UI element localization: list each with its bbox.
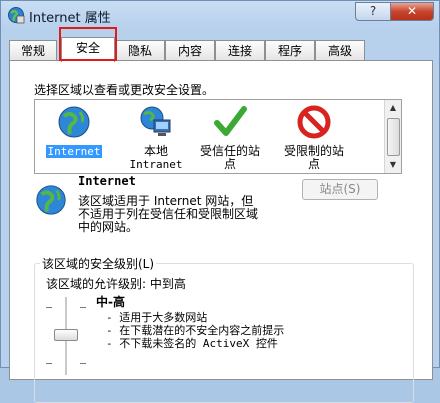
tab-advanced[interactable]: 高级 bbox=[315, 40, 365, 61]
zone-local-intranet[interactable]: 本地 Intranet bbox=[121, 104, 191, 171]
zone-internet[interactable]: Internet bbox=[39, 104, 109, 158]
security-level-bullets: - 适用于大多数网站 - 在下载潜在的不安全内容之前提示 - 不下载未签名的 A… bbox=[106, 311, 284, 350]
level-bullet: - 适用于大多数网站 bbox=[106, 311, 208, 324]
zone-intranet-label-2: Intranet bbox=[129, 158, 183, 171]
allowed-levels-text: 该区域的允许级别: 中到高 bbox=[46, 277, 186, 291]
zone-list: Internet 本地 Intranet 受信任的站 点 受限制的站 点 ▲ ▼ bbox=[34, 99, 402, 174]
slider-tick bbox=[46, 307, 52, 308]
selected-zone-globe-icon bbox=[36, 185, 66, 215]
window-title: Internet 属性 bbox=[29, 11, 111, 26]
security-level-name: 中-高 bbox=[96, 295, 125, 309]
slider-tick bbox=[80, 307, 86, 308]
globe-icon bbox=[58, 106, 90, 138]
security-panel: 选择区域以查看或更改安全设置。 Internet 本地 Intranet 受信任… bbox=[9, 60, 433, 403]
zone-restricted-label-2: 点 bbox=[307, 157, 320, 171]
security-level-slider[interactable] bbox=[46, 297, 86, 377]
tab-security[interactable]: 安全 bbox=[61, 37, 115, 62]
selected-zone-name: Internet bbox=[78, 174, 136, 188]
sites-button[interactable]: 站点(S) bbox=[302, 179, 378, 200]
tab-programs[interactable]: 程序 bbox=[265, 40, 315, 61]
tab-general[interactable]: 常规 bbox=[9, 40, 57, 61]
scroll-thumb[interactable] bbox=[387, 118, 400, 156]
level-bullet: - 在下载潜在的不安全内容之前提示 bbox=[106, 324, 285, 337]
slider-thumb[interactable] bbox=[54, 329, 78, 341]
help-button[interactable]: ? bbox=[355, 2, 391, 21]
tab-connections[interactable]: 连接 bbox=[215, 40, 265, 61]
scroll-down-arrow-icon[interactable]: ▼ bbox=[385, 157, 401, 173]
checkmark-icon bbox=[214, 106, 247, 136]
title-bar: Internet 属性 ? ✕ bbox=[1, 1, 439, 29]
zone-restricted-sites[interactable]: 受限制的站 点 bbox=[279, 104, 349, 171]
intranet-icon bbox=[140, 106, 171, 136]
restricted-icon bbox=[297, 105, 331, 139]
zone-intranet-label-1: 本地 bbox=[143, 144, 168, 158]
zone-internet-label: Internet bbox=[45, 145, 103, 158]
internet-options-icon bbox=[8, 7, 25, 24]
slider-tick bbox=[46, 363, 52, 364]
selected-zone-description: 该区域适用于 Internet 网站，但 不适用于列在受信任和受限制区域 中的网… bbox=[78, 195, 258, 234]
description-line: 中的网站。 bbox=[78, 220, 139, 234]
security-level-label: 该区域的安全级别(L) bbox=[40, 255, 157, 272]
internet-properties-window: Internet 属性 ? ✕ 常规 安全 隐私 内容 连接 程序 高级 选择区… bbox=[0, 0, 440, 403]
close-button[interactable]: ✕ bbox=[390, 2, 434, 21]
zone-scrollbar[interactable]: ▲ ▼ bbox=[384, 100, 401, 173]
slider-tick bbox=[80, 363, 86, 364]
zone-trusted-sites[interactable]: 受信任的站 点 bbox=[195, 104, 265, 171]
tab-privacy[interactable]: 隐私 bbox=[115, 40, 165, 61]
zone-prompt: 选择区域以查看或更改安全设置。 bbox=[34, 83, 215, 97]
zone-trusted-label-2: 点 bbox=[223, 157, 236, 171]
level-bullet: - 不下载未签名的 ActiveX 控件 bbox=[106, 337, 278, 350]
tab-content[interactable]: 内容 bbox=[165, 40, 215, 61]
scroll-up-arrow-icon[interactable]: ▲ bbox=[385, 100, 401, 116]
